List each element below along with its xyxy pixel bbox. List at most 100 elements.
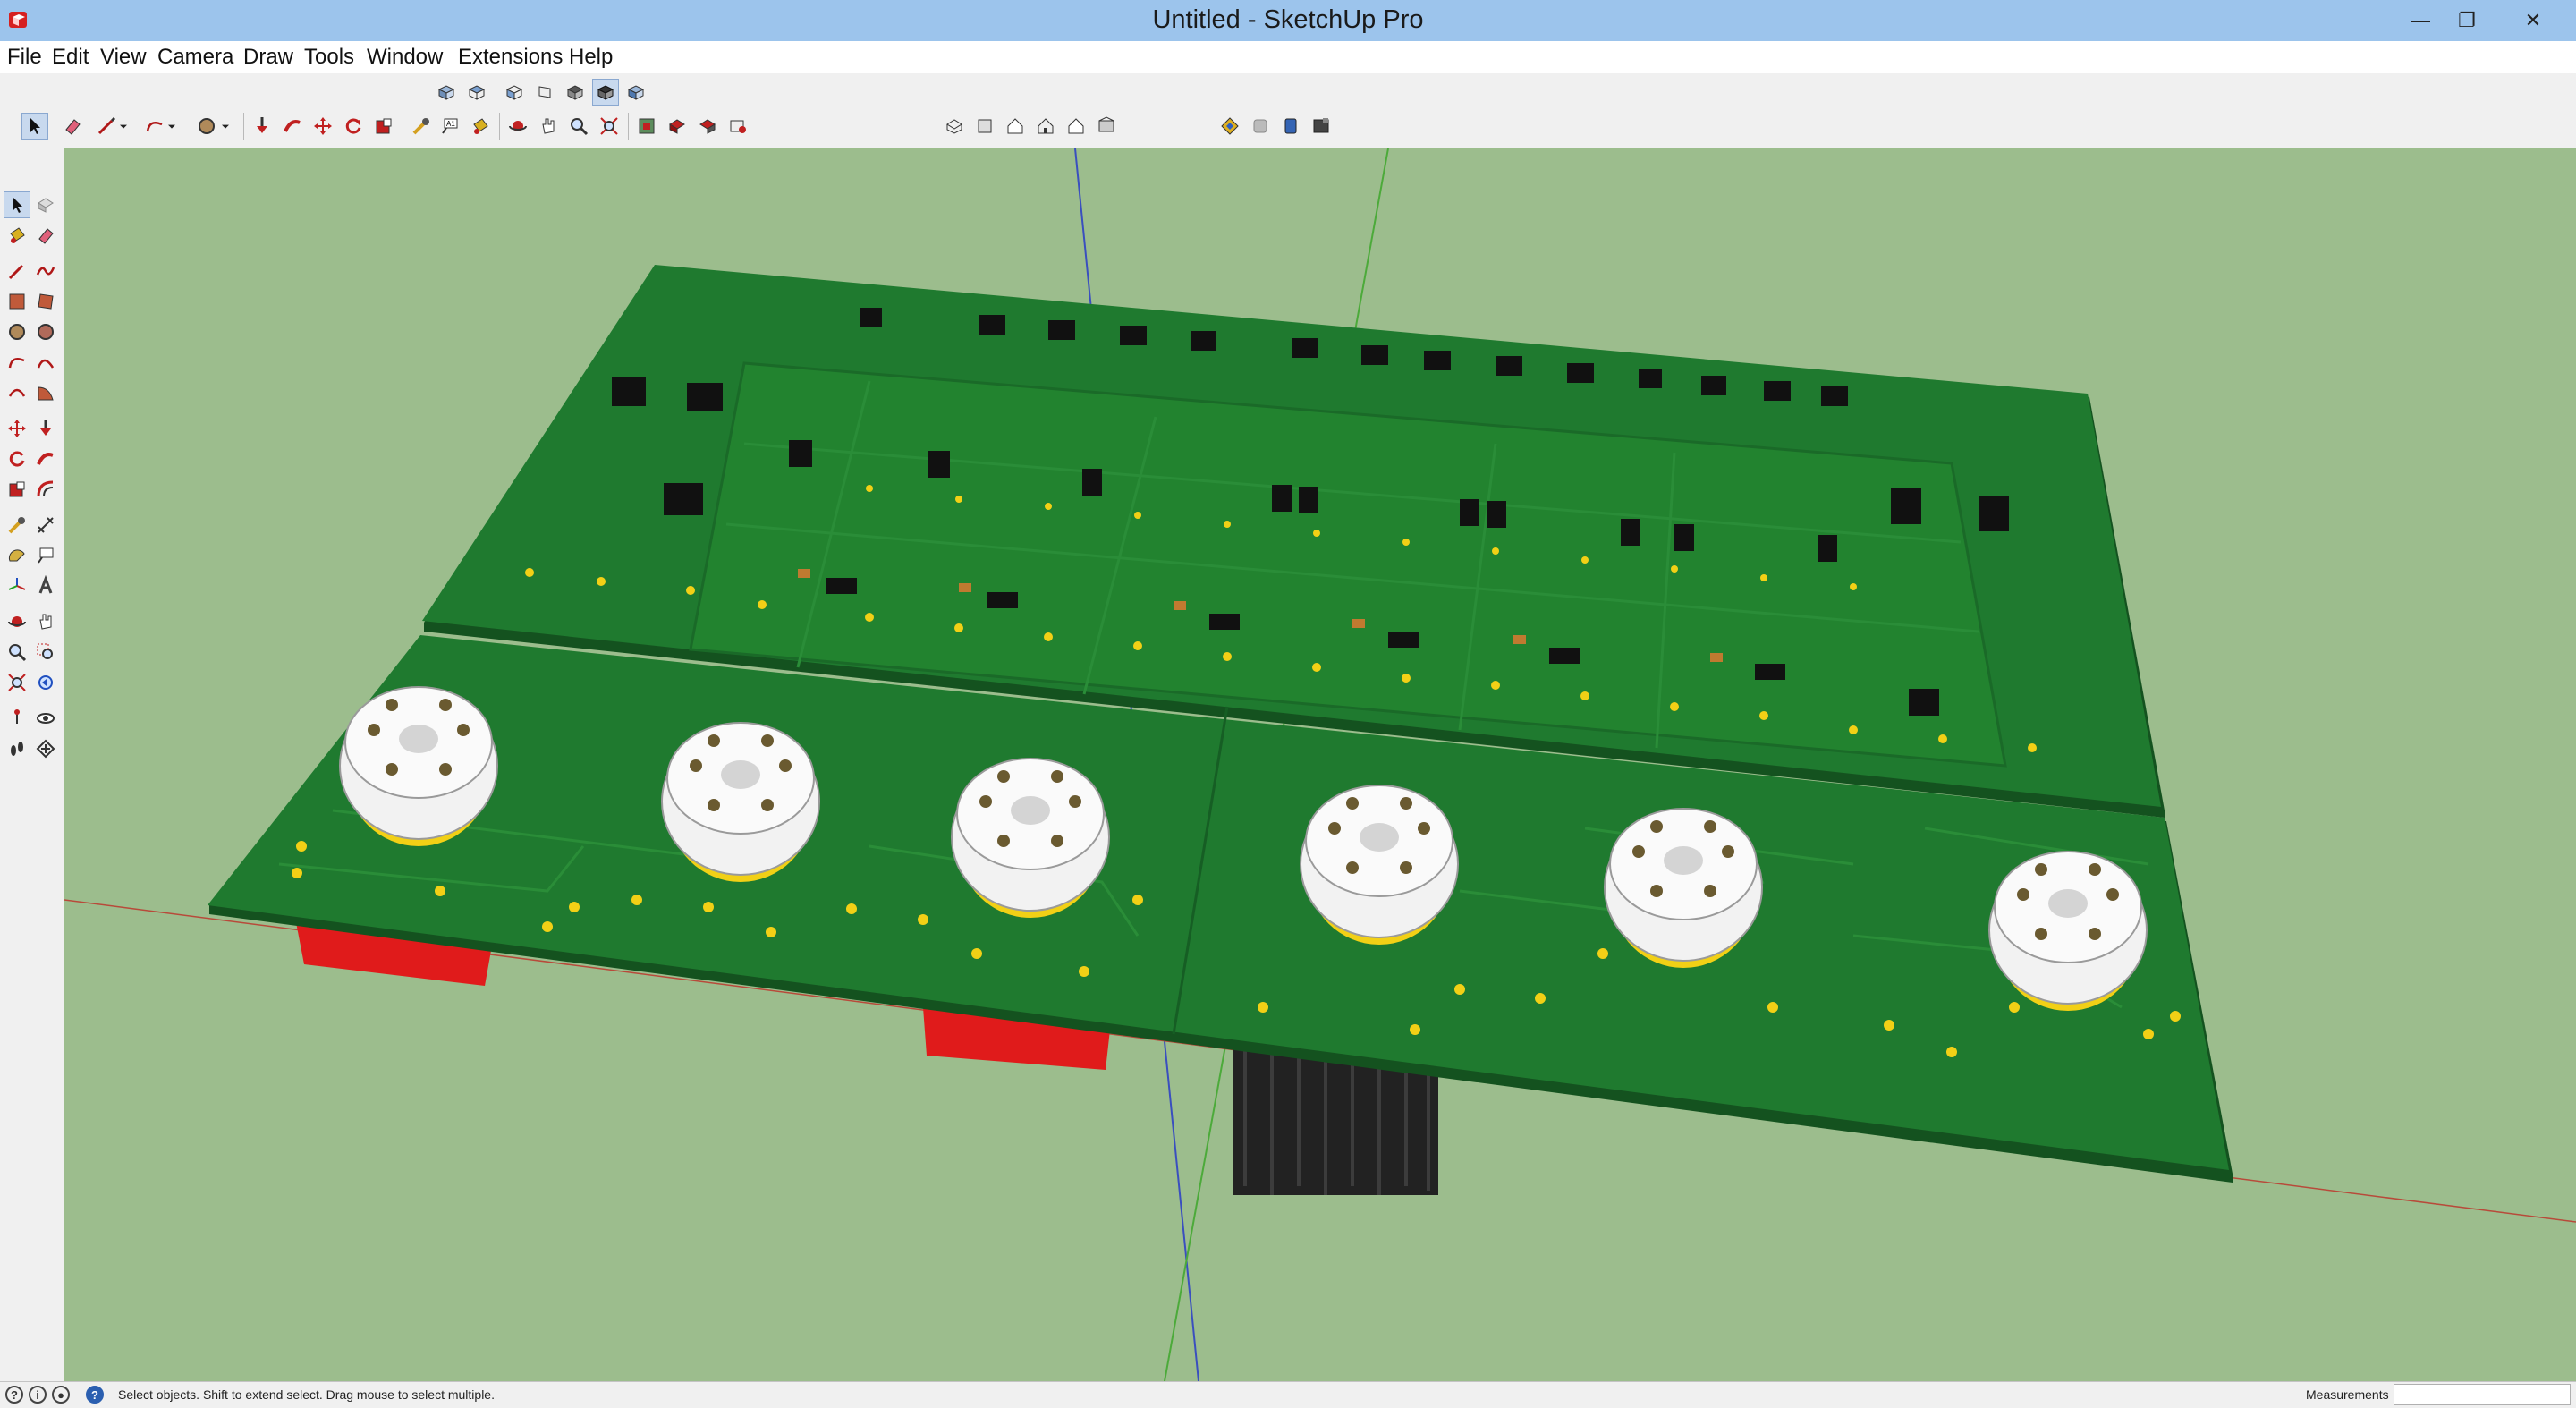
tape-measure-icon[interactable] (4, 512, 30, 539)
geo-location-icon[interactable]: ? (5, 1386, 23, 1404)
tape-icon[interactable] (408, 113, 435, 140)
menu-tools[interactable]: Tools (304, 45, 354, 70)
menu-draw[interactable]: Draw (243, 45, 293, 70)
zoom-icon[interactable] (565, 113, 592, 140)
top-view-icon[interactable] (463, 79, 490, 106)
two-point-arc-icon[interactable] (32, 349, 59, 376)
select-icon[interactable] (4, 191, 30, 218)
circle-icon[interactable] (193, 113, 220, 140)
pan-icon[interactable] (32, 608, 59, 635)
rotate-icon[interactable] (4, 445, 30, 472)
shape-dropdown-icon[interactable] (218, 113, 233, 140)
section-icon[interactable] (1277, 113, 1304, 140)
previous-view-icon[interactable] (32, 669, 59, 696)
rotate-icon[interactable] (340, 113, 367, 140)
tool-palette (0, 148, 64, 1381)
scale-icon[interactable] (4, 476, 30, 503)
line-icon[interactable] (4, 258, 30, 284)
xray-icon[interactable] (941, 113, 968, 140)
toolbar-area: A1 (0, 73, 2576, 148)
followme-icon[interactable] (279, 113, 306, 140)
zoom-extents-icon[interactable] (4, 669, 30, 696)
protractor-icon[interactable] (4, 542, 30, 569)
zoom-window-icon[interactable] (32, 639, 59, 666)
materials-icon[interactable] (694, 113, 721, 140)
text-icon[interactable]: A1 (436, 113, 463, 140)
zoom-icon[interactable] (4, 639, 30, 666)
eraser-icon[interactable] (32, 222, 59, 249)
pie-icon[interactable] (32, 379, 59, 406)
drawing-viewport[interactable] (64, 148, 2576, 1381)
followme-icon[interactable] (32, 445, 59, 472)
look-around-icon[interactable] (32, 705, 59, 732)
text-icon[interactable] (32, 542, 59, 569)
credits-icon[interactable]: i (29, 1386, 47, 1404)
menu-edit[interactable]: Edit (52, 45, 89, 70)
orbit-icon[interactable] (504, 113, 531, 140)
left-view-icon[interactable] (592, 79, 619, 106)
axes-icon[interactable] (4, 573, 30, 599)
layout-icon[interactable] (1308, 113, 1335, 140)
menu-camera[interactable]: Camera (157, 45, 233, 70)
hidden-line-icon[interactable] (1002, 113, 1029, 140)
user-icon[interactable]: ● (52, 1386, 70, 1404)
circle-icon[interactable] (4, 318, 30, 345)
monochrome-icon[interactable] (1093, 113, 1120, 140)
menu-help[interactable]: Help (569, 45, 613, 70)
pushpull-icon[interactable] (249, 113, 275, 140)
arc-dropdown-icon[interactable] (165, 113, 179, 140)
rectangle-icon[interactable] (4, 288, 30, 315)
rotated-rectangle-icon[interactable] (32, 288, 59, 315)
bottom-view-icon[interactable] (623, 79, 649, 106)
select-icon[interactable] (21, 113, 48, 140)
polygon-icon[interactable] (32, 318, 59, 345)
back-view-icon[interactable] (562, 79, 589, 106)
components-icon[interactable] (664, 113, 691, 140)
styles-icon[interactable] (1247, 113, 1274, 140)
orbit-icon[interactable] (4, 608, 30, 635)
section-plane-icon[interactable] (32, 735, 59, 762)
close-button[interactable]: ✕ (2492, 0, 2574, 41)
pcb-model-scene (64, 148, 2576, 1381)
measurements-label: Measurements (2306, 1387, 2389, 1402)
right-view-icon[interactable] (531, 79, 558, 106)
pan-icon[interactable] (535, 113, 562, 140)
eraser-icon[interactable] (59, 113, 86, 140)
zoom-extents-icon[interactable] (596, 113, 623, 140)
move-icon[interactable] (4, 415, 30, 442)
warehouse-icon[interactable] (633, 113, 660, 140)
help-icon[interactable]: ? (86, 1386, 104, 1404)
menu-window[interactable]: Window (367, 45, 443, 70)
extension-warehouse-icon[interactable] (724, 113, 751, 140)
wireframe-icon[interactable] (971, 113, 998, 140)
scale-icon[interactable] (370, 113, 397, 140)
textured-icon[interactable] (1063, 113, 1089, 140)
menu-view[interactable]: View (100, 45, 147, 70)
line-dropdown-icon[interactable] (116, 113, 131, 140)
move-icon[interactable] (309, 113, 336, 140)
dimension-icon[interactable] (32, 512, 59, 539)
position-camera-icon[interactable] (4, 705, 30, 732)
menu-extensions[interactable]: Extensions (458, 45, 563, 70)
minimize-button[interactable]: — (2394, 0, 2447, 41)
iso-view-icon[interactable] (433, 79, 460, 106)
pushpull-icon[interactable] (32, 415, 59, 442)
three-point-arc-icon[interactable] (4, 379, 30, 406)
paint-icon[interactable] (467, 113, 494, 140)
status-bar: ? i ● ? Select objects. Shift to extend … (0, 1381, 2576, 1408)
measurements-input[interactable] (2394, 1384, 2571, 1405)
freehand-icon[interactable] (32, 258, 59, 284)
menu-file[interactable]: File (7, 45, 42, 70)
offset-icon[interactable] (32, 476, 59, 503)
walk-icon[interactable] (4, 735, 30, 762)
3d-text-icon[interactable] (32, 573, 59, 599)
svg-text:A1: A1 (446, 120, 455, 128)
arc-icon[interactable] (4, 349, 30, 376)
make-component-icon[interactable] (32, 191, 59, 218)
maximize-button[interactable]: ❐ (2440, 0, 2494, 41)
title-bar: Untitled - SketchUp Pro — ❐ ✕ (0, 0, 2576, 41)
layers-icon[interactable] (1216, 113, 1243, 140)
shaded-icon[interactable] (1032, 113, 1059, 140)
paint-bucket-icon[interactable] (4, 222, 30, 249)
front-view-icon[interactable] (501, 79, 528, 106)
